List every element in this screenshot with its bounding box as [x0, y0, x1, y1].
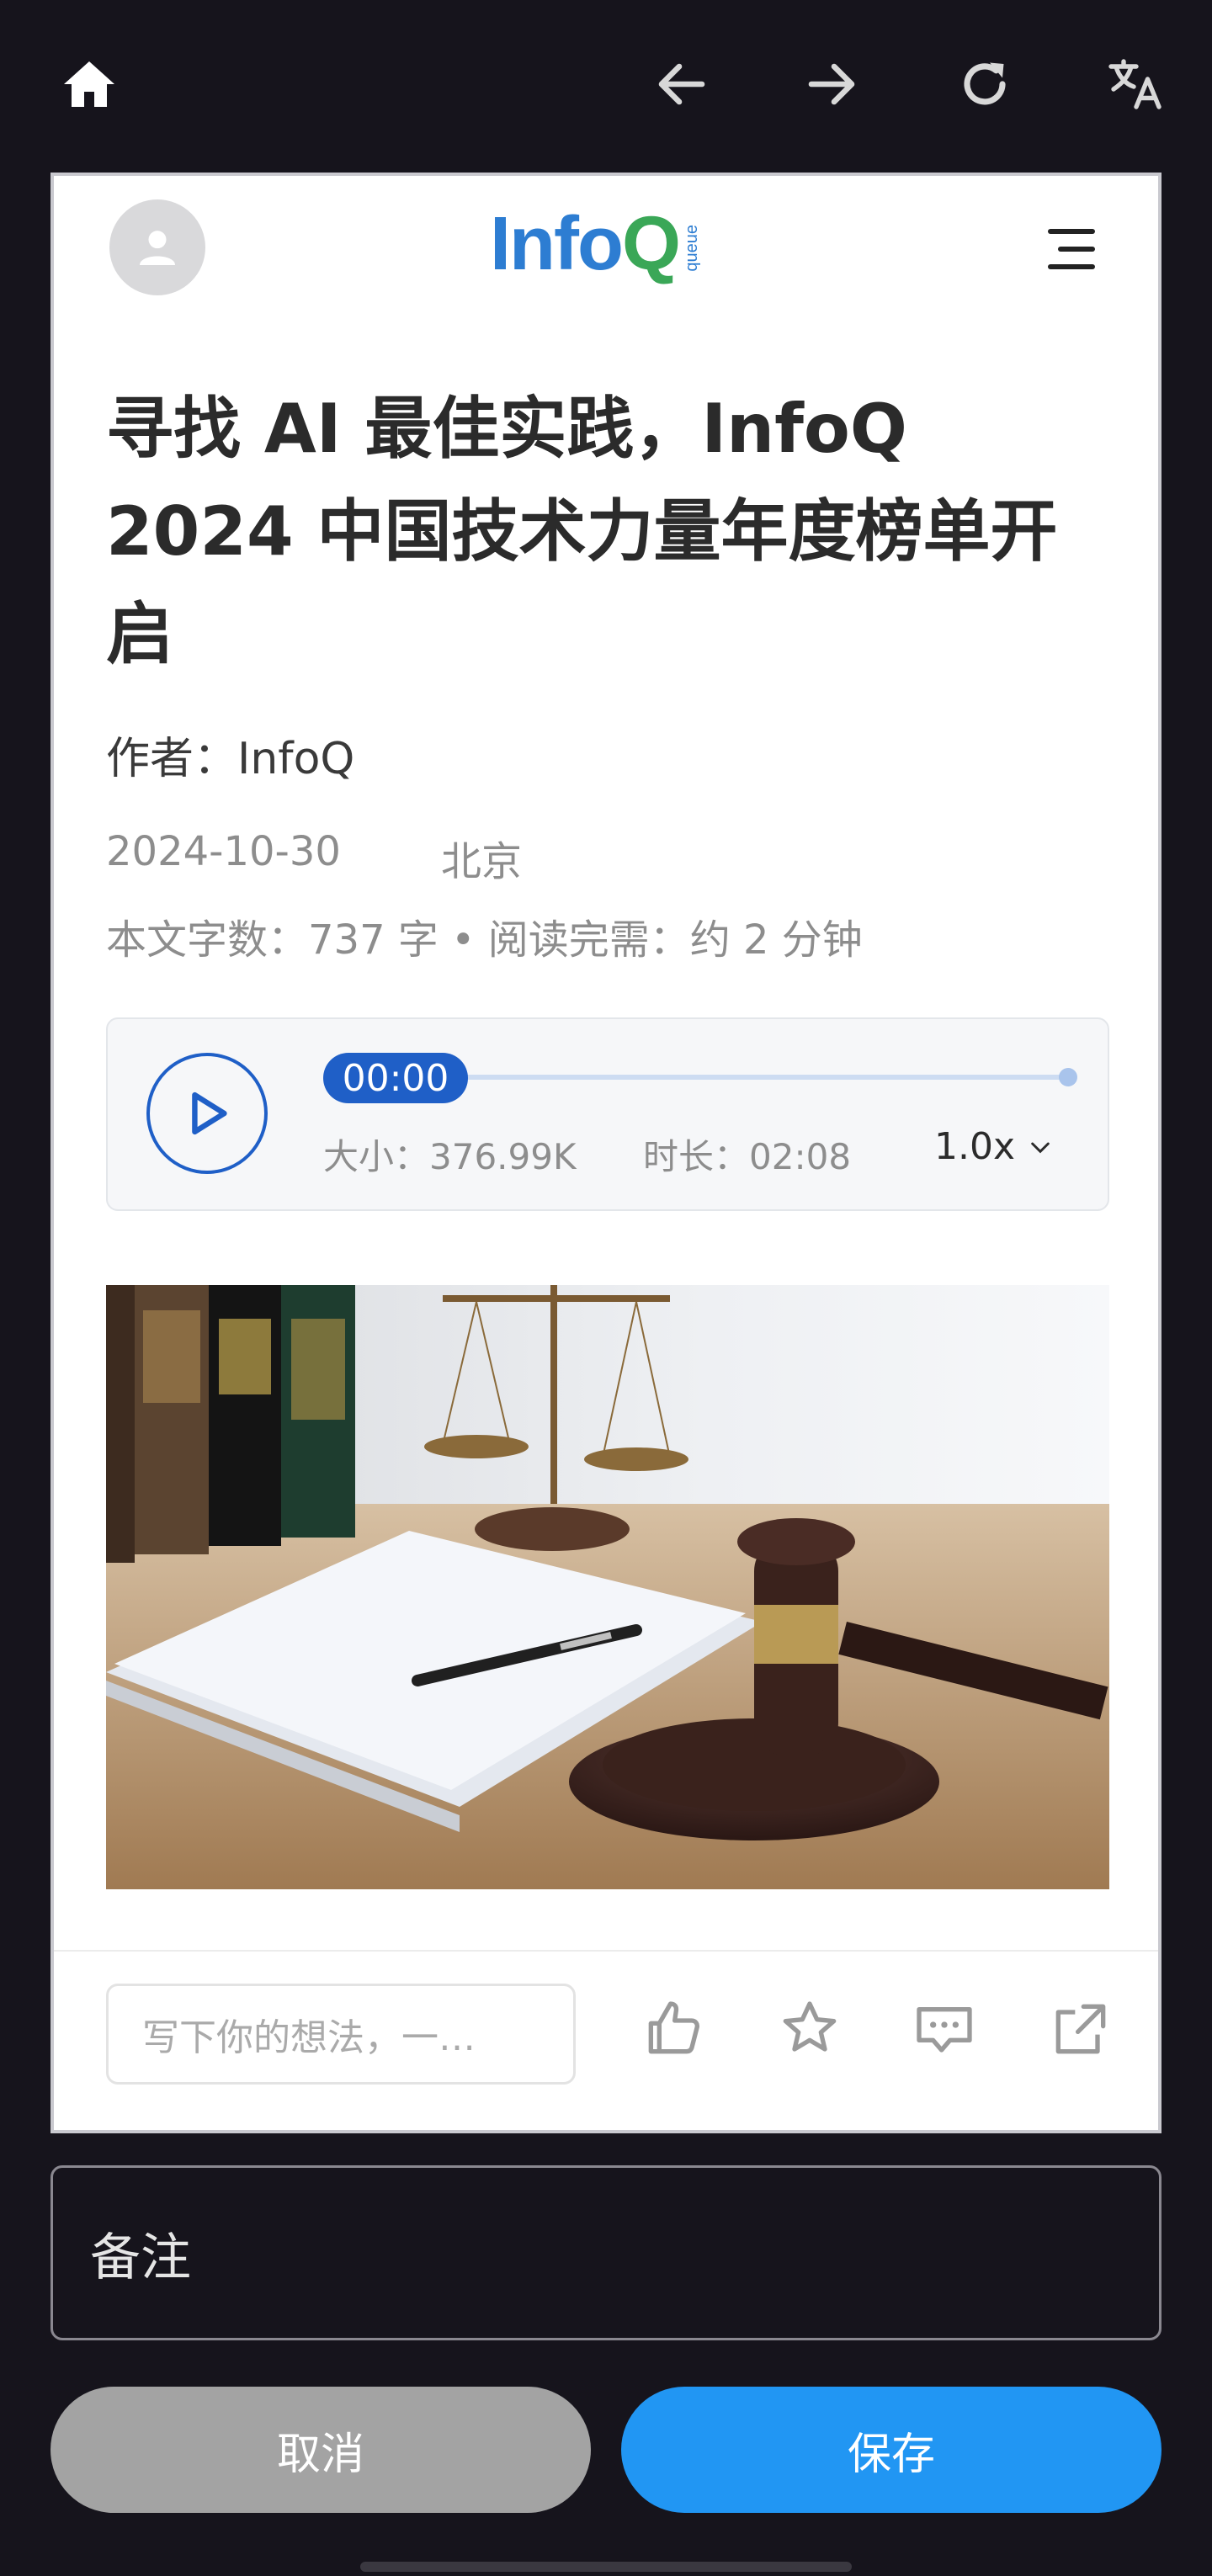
- cancel-button[interactable]: 取消: [50, 2387, 591, 2513]
- share-icon: [1055, 2004, 1106, 2054]
- hamburger-menu-icon: [1048, 229, 1095, 269]
- refresh-button[interactable]: [944, 44, 1025, 125]
- hero-image: [106, 1285, 1109, 1889]
- playback-speed-value: 1.0x: [934, 1125, 1016, 1168]
- back-button[interactable]: [641, 44, 722, 125]
- audio-duration: 时长：02:08: [643, 1136, 852, 1177]
- logo-queue-text: queue: [682, 225, 701, 272]
- comment-input[interactable]: 写下你的想法，一…: [106, 1984, 576, 2085]
- user-icon: [140, 231, 175, 265]
- like-button[interactable]: [633, 1989, 714, 2069]
- progress-end-dot: [1059, 1068, 1077, 1086]
- play-button[interactable]: [146, 1053, 268, 1174]
- progress-time-handle[interactable]: 00:00: [323, 1053, 468, 1103]
- comment-button[interactable]: [904, 1989, 985, 2069]
- article-date: 2024-10-30: [106, 828, 341, 875]
- audio-player: 00:00 大小：376.99K 时长：02:08 1.0x: [106, 1017, 1109, 1211]
- article-author: 作者：InfoQ: [106, 734, 355, 784]
- comment-icon: [917, 2007, 972, 2053]
- star-icon: [783, 2001, 837, 2052]
- translate-button[interactable]: [1096, 44, 1177, 125]
- logo-info-text: Info: [490, 202, 624, 286]
- web-view: Info Q queue 寻找 AI 最佳实践，InfoQ 2024 中国技术力…: [50, 173, 1162, 2133]
- menu-button[interactable]: [1037, 220, 1104, 279]
- share-button[interactable]: [1040, 1989, 1121, 2069]
- site-header: Info Q queue: [54, 176, 1158, 319]
- home-icon: [64, 61, 114, 107]
- playback-speed-select[interactable]: 1.0x: [934, 1125, 1054, 1168]
- article-action-bar: 写下你的想法，一…: [54, 1950, 1158, 2130]
- translate-icon: [1108, 59, 1162, 109]
- home-button[interactable]: [49, 44, 130, 125]
- arrow-right-icon: [808, 63, 855, 105]
- refresh-icon: [964, 62, 1006, 105]
- chevron-down-icon: [1031, 1142, 1050, 1153]
- arrow-left-icon: [658, 63, 705, 105]
- avatar[interactable]: [109, 199, 205, 295]
- home-indicator[interactable]: [360, 2562, 852, 2572]
- browser-toolbar: [0, 0, 1212, 173]
- article-city: 北京: [441, 838, 523, 885]
- save-button[interactable]: 保存: [621, 2387, 1162, 2513]
- forward-button[interactable]: [791, 44, 872, 125]
- favorite-button[interactable]: [769, 1989, 850, 2069]
- thumbs-up-icon: [648, 2001, 699, 2054]
- infoq-logo[interactable]: Info Q queue: [490, 206, 702, 299]
- note-input[interactable]: 备注: [50, 2165, 1162, 2340]
- play-icon: [192, 1091, 227, 1135]
- logo-q-text: Q: [621, 202, 681, 286]
- article-stats: 本文字数：737 字 • 阅读完需：约 2 分钟: [106, 916, 863, 964]
- audio-size: 大小：376.99K: [323, 1136, 577, 1177]
- article-title: 寻找 AI 最佳实践，InfoQ 2024 中国技术力量年度榜单开启: [106, 390, 1058, 673]
